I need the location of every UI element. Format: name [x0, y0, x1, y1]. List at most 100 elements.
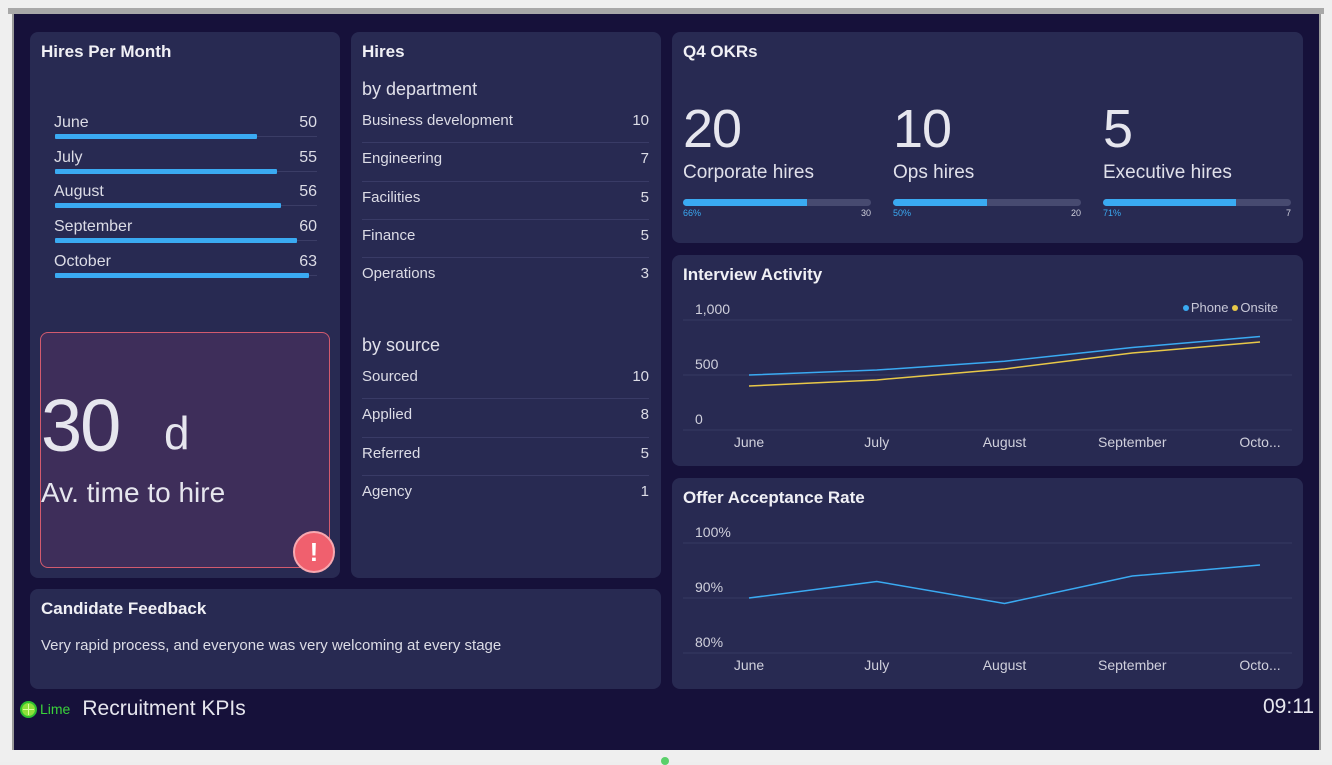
list-item-value: 8 — [640, 406, 649, 424]
exclamation-icon[interactable]: ! — [293, 531, 335, 573]
okr-progress-fill — [683, 199, 808, 206]
list-item-value: 3 — [640, 265, 649, 283]
interview-activity-chart: 0 500 1,000 June July August September Octo... — [683, 301, 1292, 450]
month-label: July — [54, 148, 83, 166]
list-item-value: 5 — [640, 444, 649, 462]
list-item: Referred 5 — [362, 438, 649, 476]
okr-progress-bar — [1103, 199, 1291, 206]
month-bar — [55, 168, 277, 174]
legend-dot-icon — [1182, 304, 1189, 311]
y-tick-label: 500 — [695, 356, 719, 372]
okr-target: 20 — [1070, 208, 1081, 218]
legend-label: Phone — [1190, 300, 1229, 315]
month-row: September 60 — [54, 218, 317, 253]
brand-name: Lime — [40, 701, 71, 717]
month-bar — [55, 134, 257, 139]
list-item: Operations 3 — [362, 258, 649, 296]
okr-item: 10 Ops hires 50% 20 — [893, 102, 1081, 220]
card-title: Q4 OKRs — [683, 42, 758, 61]
list-item-value: 5 — [640, 226, 649, 244]
card-title: Candidate Feedback — [41, 599, 207, 618]
department-list: Business development 10 Engineering 7 Facili… — [362, 105, 649, 296]
card-title: Hires Per Month — [41, 42, 172, 61]
okr-percent: 50% — [893, 208, 912, 218]
month-value: 63 — [299, 252, 317, 270]
list-item: Engineering 7 — [362, 143, 649, 182]
month-row: July 55 — [54, 149, 317, 184]
y-tick-label: 90% — [695, 579, 723, 595]
month-label: October — [54, 252, 111, 270]
month-label: September — [54, 218, 133, 236]
y-tick-label: 100% — [695, 524, 731, 540]
list-item: Sourced 10 — [362, 361, 649, 400]
list-item-label: Agency — [362, 482, 413, 500]
list-item-value: 10 — [632, 368, 649, 385]
x-tick-label: July — [864, 434, 889, 450]
list-item: Facilities 5 — [362, 182, 649, 220]
x-tick-label: June — [734, 434, 765, 450]
time-to-hire-tile: 30 d Av. time to hire ! — [40, 332, 335, 573]
okr-progress-bar — [893, 199, 1081, 206]
month-value: 60 — [299, 218, 317, 236]
feedback-text: Very rapid process, and everyone was ver… — [41, 637, 502, 654]
list-item-value: 10 — [632, 112, 649, 129]
okr-target: 7 — [1285, 208, 1291, 218]
month-bar-track — [55, 134, 317, 139]
okr-target: 30 — [860, 208, 871, 218]
month-bar-track — [55, 203, 317, 209]
okr-label: Corporate hires — [683, 162, 814, 183]
card-title: Offer Acceptance Rate — [683, 488, 865, 507]
offer-acceptance-card: 80% 90% 100% June July August September Octo...… — [672, 478, 1303, 689]
chart-legend: Phone Onsite — [1182, 300, 1278, 315]
x-tick-label: September — [1098, 657, 1167, 673]
list-item: Applied 8 — [362, 399, 649, 438]
month-bar — [55, 272, 309, 278]
month-label: August — [54, 183, 104, 201]
dashboard-title: Recruitment KPIs — [82, 697, 246, 720]
month-bar — [55, 203, 281, 209]
x-tick-label: July — [864, 657, 889, 673]
month-bar-track — [55, 168, 317, 174]
month-bar-track — [55, 272, 317, 278]
hires-per-month-card: Hires Per Month June 50 July 55 August 56 Sept… — [30, 32, 340, 578]
okr-label: Executive hires — [1103, 162, 1232, 183]
list-item-label: Facilities — [362, 188, 421, 206]
list-item-label: Finance — [362, 226, 416, 244]
list-item-label: Operations — [362, 265, 436, 283]
series-line-onsite — [748, 341, 1261, 387]
lime-logo-icon — [20, 700, 37, 718]
list-item-label: Engineering — [362, 150, 443, 168]
month-value: 55 — [299, 148, 317, 166]
x-tick-label: September — [1098, 434, 1167, 450]
list-item-label: Applied — [362, 406, 413, 424]
okr-value: 20 — [683, 99, 742, 159]
list-item: Agency 1 — [362, 476, 649, 514]
month-bar-track — [55, 238, 317, 244]
list-item-value: 1 — [640, 482, 649, 500]
offer-acceptance-chart: 80% 90% 100% June July August September Octo... — [683, 524, 1292, 673]
clock: 09:11 — [1263, 695, 1314, 718]
x-tick-label: August — [983, 434, 1027, 450]
time-to-hire-unit: d — [164, 407, 190, 459]
candidate-feedback-card: Candidate Feedback Very rapid process, a… — [30, 589, 661, 689]
interview-activity-card: 0 500 1,000 June July August September Octo... … — [672, 255, 1303, 466]
okr-progress-bar — [683, 199, 871, 206]
okr-label: Ops hires — [893, 162, 975, 183]
q4-okrs-card: Q4 OKRs 20 Corporate hires 66% 30 10 Ops hire… — [672, 32, 1303, 243]
legend-item-phone: Phone — [1182, 300, 1229, 315]
okr-value: 10 — [893, 99, 952, 159]
okr-item: 20 Corporate hires 66% 30 — [683, 102, 871, 220]
list-item-value: 7 — [640, 150, 649, 168]
status-indicator-icon — [661, 757, 669, 765]
card-title: Interview Activity — [683, 265, 823, 284]
card-title: Hires — [362, 42, 405, 61]
month-bar — [55, 238, 297, 244]
hires-per-month-list: June 50 July 55 August 56 September 60 October 63 — [54, 114, 317, 287]
device-frame: Hires Per Month June 50 July 55 August 56 Sept… — [0, 0, 1332, 765]
source-list: Sourced 10 Applied 8 Referred 5 Agency 1 — [362, 361, 649, 514]
by-source-heading: by source — [362, 335, 441, 355]
list-item-label: Referred — [362, 444, 421, 462]
y-tick-label: 0 — [695, 411, 703, 427]
legend-item-onsite: Onsite — [1232, 300, 1278, 315]
footer-brand: Lime Recruitment KPIs — [20, 697, 246, 721]
